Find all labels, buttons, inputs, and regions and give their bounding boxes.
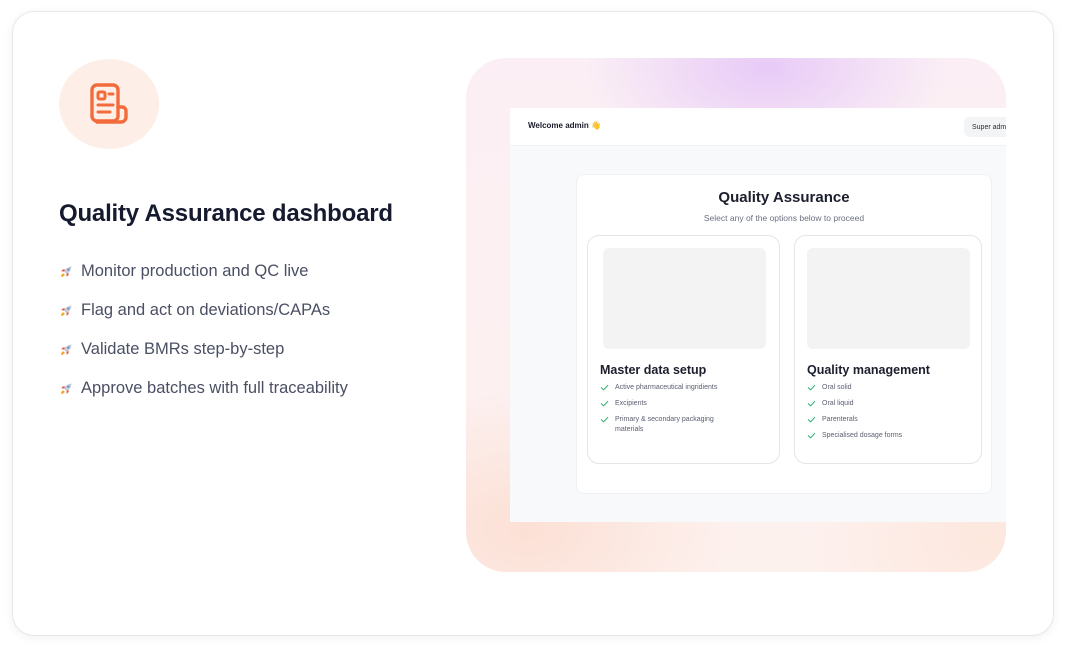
list-item-text: Primary & secondary packaging materials xyxy=(615,416,714,433)
feature-item-text: Approve batches with full traceability xyxy=(81,379,348,397)
check-icon xyxy=(807,400,816,407)
option-title: Quality management xyxy=(807,363,930,377)
check-icon xyxy=(600,416,609,423)
feature-title: Quality Assurance dashboard xyxy=(59,200,393,227)
dashboard-preview: Welcome admin 👋 Super admin Quality Assu… xyxy=(466,58,1006,572)
list-item-text: Parenterals xyxy=(822,416,858,423)
check-icon xyxy=(600,400,609,407)
list-item-text: Specialised dosage forms xyxy=(822,432,903,439)
feature-item: Monitor production and QC live xyxy=(59,252,348,291)
feature-item: Validate BMRs step-by-step xyxy=(59,330,348,369)
rocket-icon xyxy=(61,305,72,316)
check-icon xyxy=(807,384,816,391)
list-item-text: Oral solid xyxy=(822,384,852,391)
rocket-icon xyxy=(61,266,72,277)
welcome-text: Welcome admin 👋 xyxy=(528,121,601,130)
preview-app-window: Welcome admin 👋 Super admin Quality Assu… xyxy=(510,108,1006,522)
list-item: Specialised dosage forms xyxy=(807,431,977,441)
list-item-text: Oral liquid xyxy=(822,400,854,407)
feature-item-text: Flag and act on deviations/CAPAs xyxy=(81,301,331,319)
feature-item: Flag and act on deviations/CAPAs xyxy=(59,291,348,330)
list-item: Excipients xyxy=(600,399,770,409)
check-icon xyxy=(807,432,816,439)
option-card-master-data[interactable]: Master data setup Active pharmaceutical … xyxy=(587,235,780,464)
panel-subtitle: Select any of the options below to proce… xyxy=(703,213,865,223)
list-item-text: Active pharmaceutical ingridients xyxy=(615,384,718,391)
list-item: Oral liquid xyxy=(807,399,977,409)
option-thumbnail xyxy=(807,248,970,349)
panel-title: Quality Assurance xyxy=(718,189,850,206)
list-item: Oral solid xyxy=(807,383,977,393)
list-item: Parenterals xyxy=(807,415,977,425)
qa-options-panel: Quality Assurance Select any of the opti… xyxy=(576,174,992,494)
check-icon xyxy=(600,384,609,391)
list-item-text: Excipients xyxy=(615,400,647,407)
feature-icon-badge xyxy=(59,59,159,149)
rocket-icon xyxy=(61,383,72,394)
app-header: Welcome admin 👋 Super admin xyxy=(510,108,1006,146)
feature-list: Monitor production and QC live Flag and … xyxy=(59,252,348,408)
user-role-button[interactable]: Super admin xyxy=(964,117,1006,137)
document-list-icon xyxy=(90,83,128,124)
option-card-quality-management[interactable]: Quality management Oral solid Oral liqui… xyxy=(794,235,982,464)
feature-item-text: Validate BMRs step-by-step xyxy=(81,340,285,358)
option-title: Master data setup xyxy=(600,363,707,377)
check-icon xyxy=(807,416,816,423)
rocket-icon xyxy=(61,344,72,355)
list-item: Active pharmaceutical ingridients xyxy=(600,383,770,393)
feature-item: Approve batches with full traceability xyxy=(59,369,348,408)
feature-item-text: Monitor production and QC live xyxy=(81,262,309,280)
option-thumbnail xyxy=(603,248,766,349)
list-item: Primary & secondary packaging materials xyxy=(600,415,770,435)
option-list: Oral solid Oral liquid Parenterals Speci… xyxy=(807,383,977,447)
option-list: Active pharmaceutical ingridients Excipi… xyxy=(600,383,770,441)
